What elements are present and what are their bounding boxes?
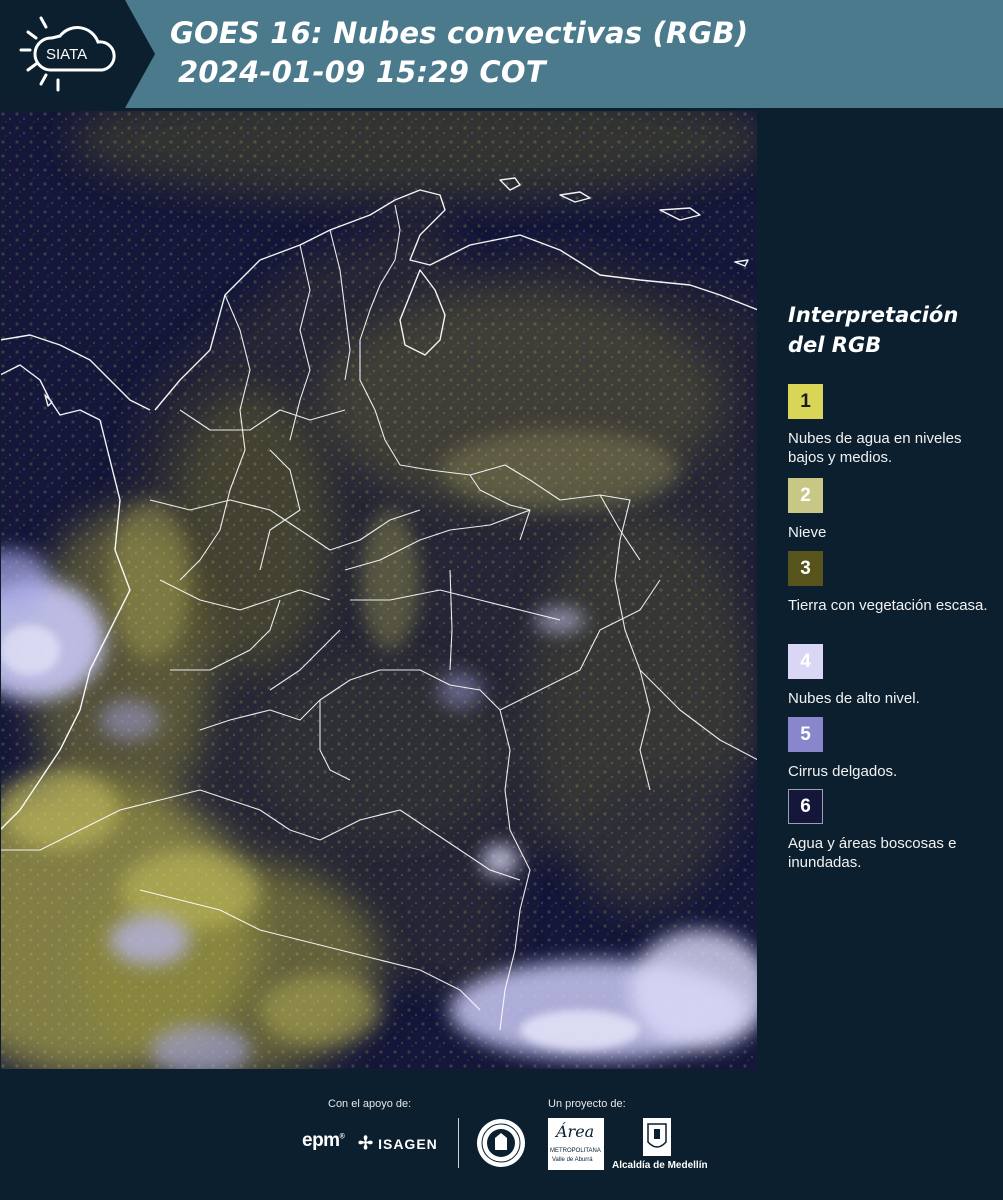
alcaldia-label: Alcaldía de Medellín: [612, 1160, 708, 1171]
epm-logo: epm®: [302, 1130, 345, 1151]
legend-swatch-6: 6: [788, 789, 823, 824]
legend-number-1: 1: [800, 390, 811, 412]
legend-item-4: 4 Nubes de alto nivel.: [788, 644, 998, 708]
legend-label-5: Cirrus delgados.: [788, 763, 898, 780]
legend-item-5: 5 Cirrus delgados.: [788, 717, 998, 781]
legend-item-3: 3 Tierra con vegetación escasa.: [788, 551, 998, 615]
alcaldia-shield-icon: [643, 1118, 671, 1156]
isagen-mark-icon: ✢: [358, 1133, 375, 1153]
legend-number-3: 3: [800, 557, 811, 579]
rgb-legend-panel: Interpretación del RGB 1 Nubes de agua e…: [760, 110, 1003, 1070]
legend-label-4: Nubes de alto nivel.: [788, 690, 920, 707]
area-logo-subtitle: METROPOLITANA: [550, 1148, 601, 1154]
footer: Con el apoyo de: Un proyecto de: epm® ✢ I…: [0, 1070, 1003, 1200]
siata-logo: SIATA: [0, 0, 155, 108]
legend-number-2: 2: [800, 484, 811, 506]
area-metropolitana-logo: Área METROPOLITANA Valle de Aburrá: [548, 1118, 604, 1170]
legend-item-2: 2 Nieve: [788, 478, 998, 542]
legend-label-6: Agua y áreas boscosas e inundadas.: [788, 835, 957, 871]
legend-number-4: 4: [800, 650, 811, 672]
legend-swatch-5: 5: [788, 717, 823, 752]
area-logo-caption: Valle de Aburrá: [552, 1157, 593, 1163]
siata-logo-text: SIATA: [46, 46, 87, 63]
project-label: Un proyecto de:: [548, 1098, 626, 1110]
area-logo-title: Área: [556, 1122, 595, 1141]
header-bar: SIATA GOES 16: Nubes convectivas (RGB) 2…: [0, 0, 1003, 108]
legend-number-5: 5: [800, 723, 811, 745]
epm-logo-text: epm: [302, 1130, 340, 1151]
satellite-rgb-image: [0, 110, 758, 1070]
legend-label-1: Nubes de agua en niveles bajos y medios.: [788, 430, 962, 466]
legend-swatch-3: 3: [788, 551, 823, 586]
legend-number-6: 6: [800, 795, 811, 817]
legend-swatch-2: 2: [788, 478, 823, 513]
isagen-logo: ✢ ISAGEN: [358, 1133, 438, 1154]
page-timestamp: 2024-01-09 15:29 COT: [178, 55, 546, 89]
legend-title: Interpretación del RGB: [788, 303, 959, 357]
page-title: GOES 16: Nubes convectivas (RGB): [170, 16, 749, 50]
legend-item-1: 1 Nubes de agua en niveles bajos y medio…: [788, 384, 998, 467]
legend-swatch-4: 4: [788, 644, 823, 679]
satellite-map[interactable]: [0, 110, 758, 1070]
medellin-seal-icon: [477, 1119, 525, 1167]
legend-item-6: 6 Agua y áreas boscosas e inundadas.: [788, 789, 998, 872]
legend-swatch-1: 1: [788, 384, 823, 419]
isagen-logo-text: ISAGEN: [378, 1135, 438, 1152]
legend-label-2: Nieve: [788, 524, 827, 541]
support-label: Con el apoyo de:: [328, 1098, 412, 1110]
legend-label-3: Tierra con vegetación escasa.: [788, 597, 988, 614]
footer-divider: [458, 1118, 459, 1168]
